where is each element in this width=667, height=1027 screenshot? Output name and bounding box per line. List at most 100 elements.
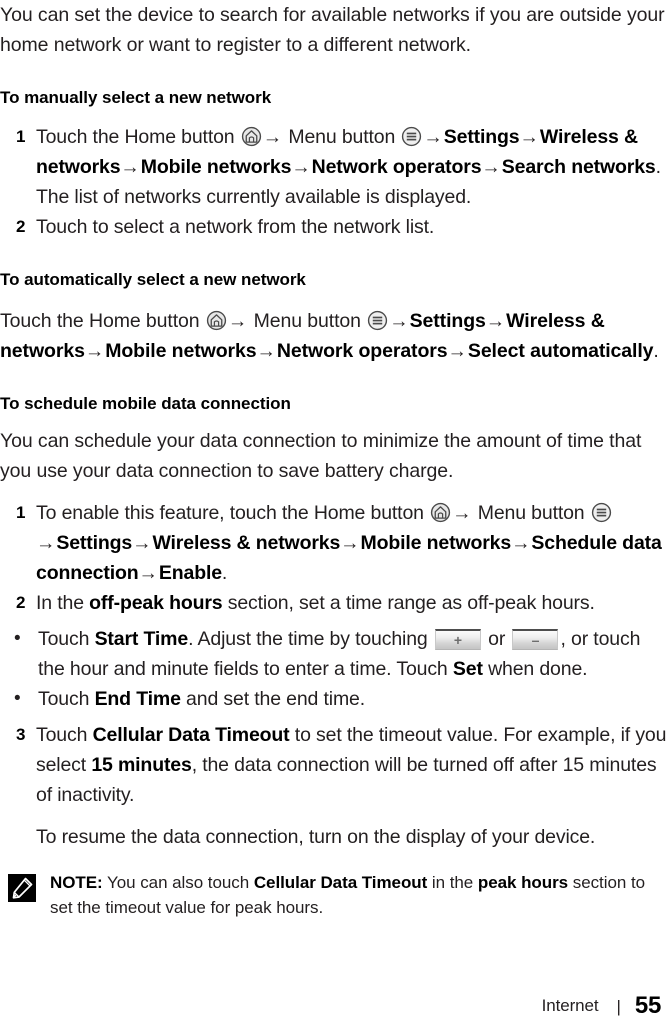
step-text-part: section, set a time range as off-peak ho… bbox=[222, 592, 595, 614]
footer-chapter-name: Internet bbox=[541, 996, 599, 1015]
plus-key-icon[interactable]: + bbox=[434, 629, 481, 650]
cellular-data-timeout-label: Cellular Data Timeout bbox=[92, 724, 290, 746]
footer-separator: | bbox=[616, 996, 621, 1016]
minus-key-label: – bbox=[531, 632, 540, 648]
menu-path-enable: Enable bbox=[158, 562, 222, 584]
bullet-icon: • bbox=[14, 628, 21, 649]
end-time-label: End Time bbox=[94, 688, 181, 710]
home-button-icon bbox=[241, 126, 262, 147]
plus-key-label: + bbox=[453, 632, 462, 648]
arrow-icon: → bbox=[389, 310, 409, 332]
bullet-icon: • bbox=[14, 688, 21, 709]
arrow-icon: → bbox=[511, 532, 531, 554]
step-text-part: Menu button bbox=[472, 502, 590, 524]
menu-path-mobile-networks: Mobile networks bbox=[140, 156, 292, 178]
arrow-icon: → bbox=[452, 502, 472, 524]
cellular-data-timeout-label: Cellular Data Timeout bbox=[253, 873, 428, 892]
minus-key-icon[interactable]: – bbox=[512, 629, 559, 650]
step-text-part: Menu button bbox=[283, 126, 401, 148]
arrow-icon: → bbox=[36, 532, 56, 554]
list-item: 2 In the off-peak hours section, set a t… bbox=[0, 588, 667, 618]
menu-path-settings: Settings bbox=[56, 532, 133, 554]
note-label: NOTE: bbox=[50, 873, 103, 892]
bullet-text-part: Touch bbox=[38, 688, 95, 710]
off-peak-bullets: • Touch Start Time. Adjust the time by t… bbox=[0, 624, 667, 714]
paragraph-part: Menu button bbox=[248, 310, 367, 332]
step-number: 1 bbox=[16, 503, 26, 522]
heading-schedule-data: To schedule mobile data connection bbox=[0, 394, 291, 413]
step-text: In the off-peak hours section, set a tim… bbox=[36, 588, 667, 618]
note-text: NOTE: You can also touch Cellular Data T… bbox=[50, 870, 661, 920]
list-item: 3 Touch Cellular Data Timeout to set the… bbox=[0, 720, 667, 852]
home-button-icon bbox=[206, 310, 227, 331]
start-time-label: Start Time bbox=[94, 628, 189, 650]
step-text: Touch to select a network from the netwo… bbox=[36, 216, 435, 238]
arrow-icon: → bbox=[132, 532, 152, 554]
manual-page: You can set the device to search for ava… bbox=[0, 0, 667, 1027]
arrow-icon: → bbox=[447, 340, 468, 362]
automatic-select-paragraph: Touch the Home button → Menu button →Set… bbox=[0, 306, 667, 366]
note-pencil-icon bbox=[8, 874, 36, 902]
home-button-icon bbox=[430, 502, 451, 523]
list-item: 1 To enable this feature, touch the Home… bbox=[0, 498, 667, 588]
menu-path-settings: Settings bbox=[409, 310, 486, 332]
bullet-text-part: and set the end time. bbox=[180, 688, 366, 710]
bullet-text-part: . Adjust the time by touching bbox=[188, 628, 433, 650]
step-text-block: Touch Cellular Data Timeout to set the t… bbox=[36, 724, 666, 806]
page-footer: Internet | 55 bbox=[0, 989, 667, 1023]
step-text: To enable this feature, touch the Home b… bbox=[36, 498, 667, 588]
step-text-part: Touch the Home button bbox=[36, 126, 240, 148]
arrow-icon: → bbox=[227, 310, 248, 332]
arrow-icon: → bbox=[519, 126, 540, 148]
list-item: • Touch Start Time. Adjust the time by t… bbox=[0, 624, 667, 684]
step-number: 2 bbox=[16, 217, 26, 236]
set-label: Set bbox=[452, 658, 483, 680]
bullet-text-part: Touch bbox=[38, 628, 95, 650]
step-number: 2 bbox=[16, 593, 26, 612]
step-text: Touch Cellular Data Timeout to set the t… bbox=[36, 720, 667, 852]
menu-path-settings: Settings bbox=[443, 126, 520, 148]
menu-button-icon bbox=[367, 310, 388, 331]
bullet-text-part: or bbox=[482, 628, 511, 650]
heading-manual-select: To manually select a new network bbox=[0, 88, 272, 107]
arrow-icon: → bbox=[120, 156, 140, 178]
list-item: 2 Touch to select a network from the net… bbox=[0, 212, 667, 242]
peak-hours-label: peak hours bbox=[477, 873, 569, 892]
menu-button-icon bbox=[591, 502, 612, 523]
step-text-part: . bbox=[221, 562, 228, 584]
step-text: Touch the Home button → Menu button →Set… bbox=[36, 122, 667, 212]
list-item: 1 Touch the Home button → Menu button →S… bbox=[0, 122, 667, 212]
bullet-text-part: when done. bbox=[482, 658, 588, 680]
paragraph-part: . bbox=[653, 340, 659, 362]
step-text-part: In the bbox=[36, 592, 90, 614]
step-number: 3 bbox=[16, 725, 26, 744]
menu-path-mobile-networks: Mobile networks bbox=[360, 532, 512, 554]
note-block: NOTE: You can also touch Cellular Data T… bbox=[0, 870, 667, 920]
menu-path-network-operators: Network operators bbox=[311, 156, 482, 178]
list-item: • Touch End Time and set the end time. bbox=[0, 684, 667, 714]
menu-path-wireless-networks: Wireless & networks bbox=[152, 532, 341, 554]
arrow-icon: → bbox=[481, 156, 501, 178]
bullet-text: Touch Start Time. Adjust the time by tou… bbox=[38, 624, 667, 684]
schedule-intro-paragraph: You can schedule your data connection to… bbox=[0, 430, 642, 482]
step-text-part: Touch bbox=[36, 724, 93, 746]
menu-path-select-automatically: Select automatically bbox=[467, 340, 654, 362]
heading-automatic-select: To automatically select a new network bbox=[0, 270, 306, 289]
note-text-part: in the bbox=[427, 873, 478, 892]
menu-path-mobile-networks: Mobile networks bbox=[105, 340, 257, 362]
menu-path-search-networks: Search networks bbox=[501, 156, 656, 178]
footer-page-number: 55 bbox=[634, 992, 661, 1019]
arrow-icon: → bbox=[291, 156, 311, 178]
arrow-icon: → bbox=[485, 310, 506, 332]
arrow-icon: → bbox=[138, 562, 159, 584]
step-followup-text: To resume the data connection, turn on t… bbox=[36, 826, 596, 848]
intro-paragraph: You can set the device to search for ava… bbox=[0, 4, 665, 56]
off-peak-hours-label: off-peak hours bbox=[89, 592, 223, 614]
arrow-icon: → bbox=[262, 126, 283, 148]
step-text-part: To enable this feature, touch the Home b… bbox=[36, 502, 430, 524]
schedule-steps-continued: 3 Touch Cellular Data Timeout to set the… bbox=[0, 720, 667, 852]
fifteen-minutes-label: 15 minutes bbox=[91, 754, 192, 776]
menu-button-icon bbox=[401, 126, 422, 147]
arrow-icon: → bbox=[340, 532, 360, 554]
arrow-icon: → bbox=[423, 126, 443, 148]
